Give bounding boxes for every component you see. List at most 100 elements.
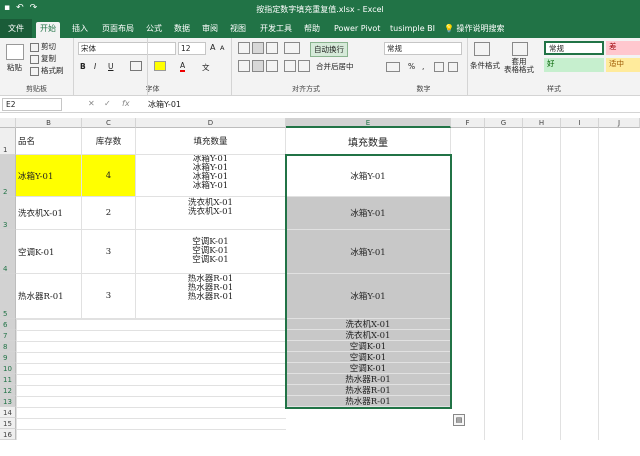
conditional-format-icon[interactable] <box>474 42 490 56</box>
tab-formulas[interactable]: 公式 <box>142 22 166 38</box>
cell-e6[interactable]: 洗衣机X-01 <box>286 319 451 330</box>
cell-e5[interactable]: 冰箱Y-01 <box>286 274 451 319</box>
confirm-icon[interactable]: ✓ <box>104 99 111 108</box>
cell-c2[interactable]: 4 <box>82 155 136 197</box>
cell-e11[interactable]: 热水器R-01 <box>286 374 451 385</box>
tab-power-pivot[interactable]: Power Pivot <box>330 22 384 38</box>
cell-b2[interactable]: 冰箱Y-01 <box>16 155 82 197</box>
comma-button[interactable]: , <box>422 62 424 71</box>
currency-icon[interactable] <box>386 62 400 72</box>
column-header-c[interactable]: C <box>82 118 136 128</box>
row-header-16[interactable]: 16 <box>0 429 16 440</box>
cell-d2[interactable]: 冰箱Y-01 冰箱Y-01 冰箱Y-01 冰箱Y-01 <box>136 155 286 197</box>
font-size-select[interactable]: 12 <box>178 42 206 55</box>
row-header-5[interactable]: 5 <box>0 274 16 319</box>
format-as-table-button[interactable]: 套用 表格格式 <box>504 58 534 74</box>
column-header-g[interactable]: G <box>485 118 523 128</box>
select-all-corner[interactable] <box>0 118 16 128</box>
cell-b1[interactable]: 品名 <box>16 128 82 155</box>
column-header-j[interactable]: J <box>599 118 640 128</box>
top-align-icon[interactable] <box>238 42 250 54</box>
function-icon[interactable]: fx <box>122 99 130 108</box>
format-as-table-icon[interactable] <box>512 42 528 56</box>
number-format-select[interactable]: 常规 <box>384 42 462 55</box>
quick-analysis-icon[interactable]: ▤ <box>453 414 465 426</box>
cell-e10[interactable]: 空调K-01 <box>286 363 451 374</box>
cell-e1[interactable]: 填充数量 <box>286 128 451 155</box>
cell-c3[interactable]: 2 <box>82 197 136 230</box>
tab-home[interactable]: 开始 <box>36 22 60 38</box>
percent-button[interactable]: % <box>408 62 415 71</box>
row-header-1[interactable]: 1 <box>0 128 16 155</box>
column-header-d[interactable]: D <box>136 118 286 128</box>
row-header-14[interactable]: 14 <box>0 407 16 418</box>
align-right-icon[interactable] <box>266 60 278 72</box>
cell-e7[interactable]: 洗衣机X-01 <box>286 330 451 341</box>
align-center-icon[interactable] <box>252 60 264 72</box>
cell-c5[interactable]: 3 <box>82 274 136 319</box>
name-box[interactable]: E2 <box>2 98 62 111</box>
style-bad[interactable]: 差 <box>606 41 640 55</box>
tab-insert[interactable]: 插入 <box>68 22 92 38</box>
row-header-4[interactable]: 4 <box>0 230 16 274</box>
row-header-6[interactable]: 6 <box>0 319 16 330</box>
decrease-indent-icon[interactable] <box>284 60 296 72</box>
align-left-icon[interactable] <box>238 60 250 72</box>
row-header-9[interactable]: 9 <box>0 352 16 363</box>
style-neutral[interactable]: 适中 <box>606 58 640 72</box>
formula-input[interactable]: 冰箱Y-01 <box>148 99 181 110</box>
cell-b3[interactable]: 洗衣机X-01 <box>16 197 82 230</box>
row-header-15[interactable]: 15 <box>0 418 16 429</box>
style-normal[interactable]: 常规 <box>544 41 604 55</box>
column-header-b[interactable]: B <box>16 118 82 128</box>
tab-help[interactable]: 帮助 <box>300 22 324 38</box>
bottom-align-icon[interactable] <box>266 42 278 54</box>
cancel-icon[interactable]: ✕ <box>88 99 95 108</box>
wrap-text-button[interactable]: 自动换行 <box>310 42 348 57</box>
increase-decimal-icon[interactable] <box>434 62 444 72</box>
cell-d1[interactable]: 填充数量 <box>136 128 286 155</box>
tab-tusimple-bi[interactable]: tusimple BI <box>386 22 439 38</box>
tab-page-layout[interactable]: 页面布局 <box>98 22 138 38</box>
row-header-2[interactable]: 2 <box>0 155 16 197</box>
tab-review[interactable]: 审阅 <box>198 22 222 38</box>
cell-e2[interactable]: 冰箱Y-01 <box>286 155 451 197</box>
cell-c1[interactable]: 库存数 <box>82 128 136 155</box>
row-header-11[interactable]: 11 <box>0 374 16 385</box>
style-good[interactable]: 好 <box>544 58 604 72</box>
row-header-13[interactable]: 13 <box>0 396 16 407</box>
column-header-h[interactable]: H <box>523 118 561 128</box>
cell-b4[interactable]: 空调K-01 <box>16 230 82 274</box>
cell-e8[interactable]: 空调K-01 <box>286 341 451 352</box>
fill-color-icon[interactable] <box>154 61 166 71</box>
middle-align-icon[interactable] <box>252 42 264 54</box>
decrease-decimal-icon[interactable] <box>448 62 458 72</box>
shrink-font-button[interactable]: A <box>220 44 224 52</box>
cell-e9[interactable]: 空调K-01 <box>286 352 451 363</box>
conditional-format-button[interactable]: 条件格式 <box>470 60 500 71</box>
merge-center-button[interactable]: 合并后居中 <box>316 61 354 72</box>
column-header-i[interactable]: I <box>561 118 599 128</box>
cell-d3[interactable]: 洗衣机X-01 洗衣机X-01 <box>136 197 286 230</box>
row-header-10[interactable]: 10 <box>0 363 16 374</box>
row-header-7[interactable]: 7 <box>0 330 16 341</box>
column-header-f[interactable]: F <box>451 118 485 128</box>
increase-indent-icon[interactable] <box>298 60 310 72</box>
tab-view[interactable]: 视图 <box>226 22 250 38</box>
cell-b5[interactable]: 热水器R-01 <box>16 274 82 319</box>
cell-e13[interactable]: 热水器R-01 <box>286 396 451 407</box>
tab-data[interactable]: 数据 <box>170 22 194 38</box>
tell-me-search[interactable]: 💡 操作说明搜索 <box>440 22 509 38</box>
grow-font-button[interactable]: A <box>210 43 215 52</box>
cell-e4[interactable]: 冰箱Y-01 <box>286 230 451 274</box>
font-color-button[interactable]: A <box>180 61 186 72</box>
cell-c4[interactable]: 3 <box>82 230 136 274</box>
row-header-12[interactable]: 12 <box>0 385 16 396</box>
column-header-e[interactable]: E <box>286 118 451 128</box>
row-header-8[interactable]: 8 <box>0 341 16 352</box>
cell-d4[interactable]: 空调K-01 空调K-01 空调K-01 <box>136 230 286 274</box>
cell-e12[interactable]: 热水器R-01 <box>286 385 451 396</box>
orientation-icon[interactable] <box>284 42 300 54</box>
phonetic-button[interactable]: 文 <box>202 62 210 73</box>
cell-e3[interactable]: 冰箱Y-01 <box>286 197 451 230</box>
